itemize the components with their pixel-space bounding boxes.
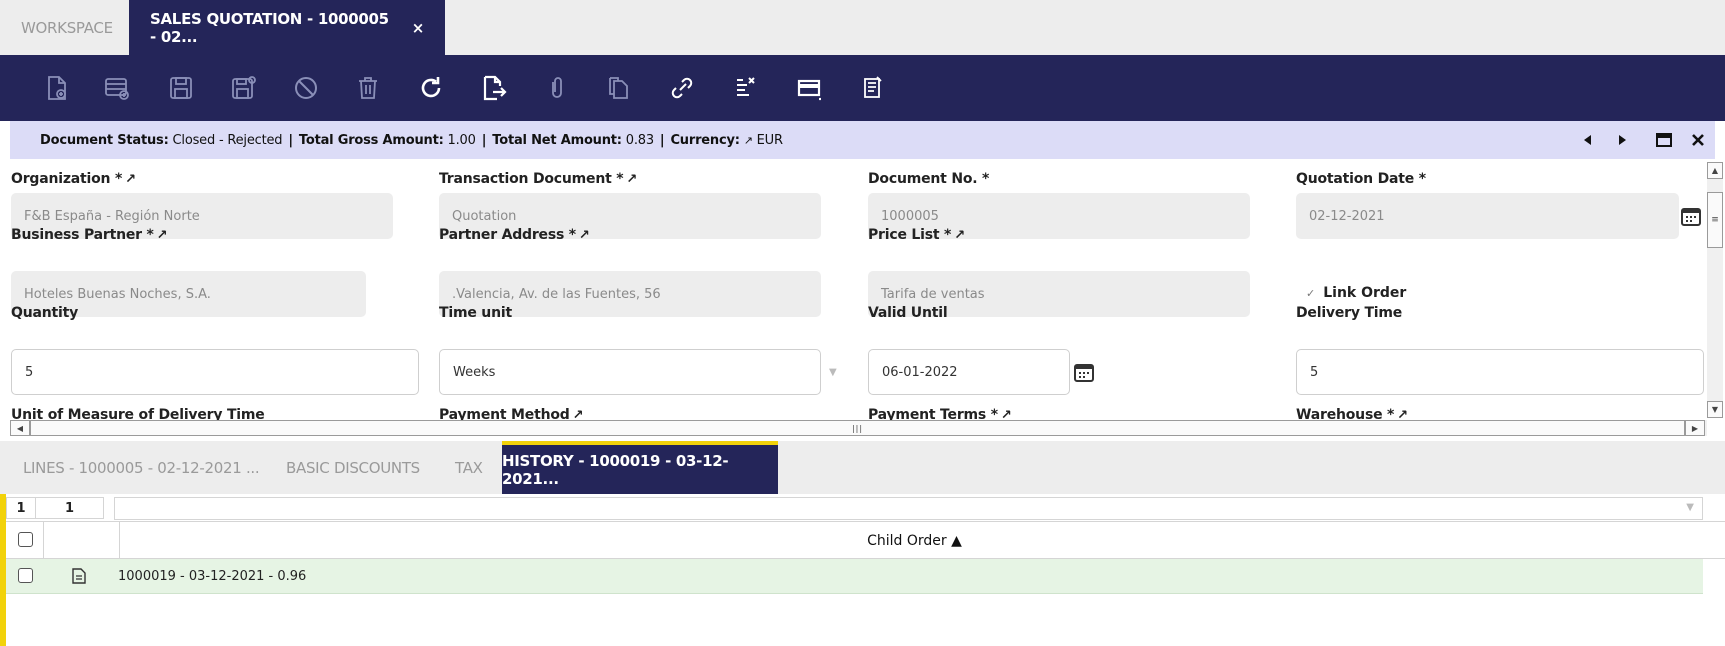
save-close-icon[interactable] — [226, 72, 260, 104]
organization-label: Organization * ↗ — [11, 171, 136, 187]
form-vertical-scrollbar[interactable]: ▲ ≡ ▼ — [1707, 162, 1723, 418]
currency-label: Currency: — [670, 132, 740, 148]
quotation-date-field[interactable]: 02-12-2021 — [1296, 193, 1679, 239]
checkmark-icon: ✓ — [1306, 286, 1316, 300]
scroll-up-icon[interactable]: ▲ — [1707, 162, 1723, 179]
clone-icon[interactable] — [602, 72, 636, 104]
link-icon[interactable] — [665, 72, 699, 104]
grid-header: Child Order ▲ — [6, 521, 1725, 559]
scrollbar-thumb[interactable]: ||| — [30, 420, 1685, 436]
delete-icon[interactable] — [351, 72, 385, 104]
net-amount-value: 0.83 — [625, 132, 654, 148]
record-counter: 1 1 — [6, 497, 104, 519]
currency-value: EUR — [756, 132, 783, 148]
gross-amount-label: Total Gross Amount: — [298, 132, 444, 148]
select-all-cell — [6, 522, 44, 559]
tab-tax[interactable]: TAX — [455, 441, 483, 494]
window-tab-bar: WORKSPACE SALES QUOTATION - 1000005 - 02… — [0, 0, 1725, 55]
tab-workspace-label: WORKSPACE — [21, 18, 113, 37]
form-horizontal-scrollbar[interactable]: ◀ ||| ▶ — [10, 420, 1707, 436]
tab-sales-quotation-label: SALES QUOTATION - 1000005 - 02... — [150, 9, 389, 46]
delivery-time-label: Delivery Time — [1296, 305, 1403, 321]
valid-until-input[interactable]: 06-01-2022 — [868, 349, 1070, 395]
tab-history[interactable]: HISTORY - 1000019 - 03-12-2021... — [502, 441, 778, 494]
status-separator: | — [481, 132, 487, 148]
attachment-icon[interactable] — [540, 72, 574, 104]
document-no-label: Document No. * — [868, 171, 990, 187]
table-row[interactable]: 1000019 - 03-12-2021 - 0.96 — [6, 559, 1703, 594]
maximize-icon[interactable] — [1647, 121, 1681, 159]
new-row-icon[interactable] — [100, 72, 134, 104]
tab-sales-quotation[interactable]: SALES QUOTATION - 1000005 - 02... × — [129, 0, 445, 55]
status-separator: | — [659, 132, 665, 148]
time-unit-label: Time unit — [439, 305, 512, 321]
subtab-bar: LINES - 1000005 - 02-12-2021 ... BASIC D… — [0, 441, 1725, 494]
cancel-icon[interactable] — [289, 72, 323, 104]
tab-basic-discounts[interactable]: BASIC DISCOUNTS — [286, 441, 420, 494]
business-partner-label: Business Partner * ↗ — [11, 227, 168, 243]
calendar-icon[interactable] — [1680, 205, 1702, 227]
export-icon[interactable] — [477, 72, 511, 104]
new-document-icon[interactable] — [40, 72, 74, 104]
scroll-left-icon[interactable]: ◀ — [10, 420, 30, 436]
tab-workspace[interactable]: WORKSPACE — [0, 0, 129, 55]
close-tab-icon[interactable]: × — [412, 19, 425, 37]
toolbar — [0, 55, 1725, 121]
previous-record-icon[interactable] — [1571, 121, 1605, 159]
close-record-icon[interactable] — [1681, 121, 1715, 159]
filter-dropdown-icon[interactable]: ▼ — [1686, 502, 1694, 513]
calendar-icon[interactable] — [1073, 361, 1095, 383]
link-icon[interactable]: ↗ — [626, 172, 637, 187]
select-all-checkbox[interactable] — [18, 532, 33, 547]
currency-link-icon[interactable]: ↗ — [744, 134, 753, 147]
row-icon-column — [44, 522, 120, 559]
time-unit-select[interactable]: Weeks — [439, 349, 821, 395]
scroll-down-icon[interactable]: ▼ — [1707, 401, 1723, 418]
partner-address-label: Partner Address * ↗ — [439, 227, 590, 243]
save-icon[interactable] — [164, 72, 198, 104]
notes-icon[interactable] — [855, 72, 889, 104]
delivery-time-input[interactable]: 5 — [1296, 349, 1704, 395]
child-order-column-header[interactable]: Child Order ▲ — [120, 522, 1709, 559]
link-icon[interactable]: ↗ — [125, 172, 136, 187]
scroll-right-icon[interactable]: ▶ — [1685, 420, 1705, 436]
status-separator: | — [288, 132, 293, 148]
link-icon[interactable]: ↗ — [579, 228, 590, 243]
document-status-bar: Document Status: Closed - Rejected | Tot… — [10, 121, 1715, 159]
child-order-cell[interactable]: 1000019 - 03-12-2021 - 0.96 — [118, 559, 306, 594]
report-icon[interactable] — [728, 72, 762, 104]
refresh-icon[interactable] — [414, 72, 448, 104]
document-icon[interactable] — [72, 568, 86, 588]
next-record-icon[interactable] — [1605, 121, 1639, 159]
link-order-checkbox[interactable]: ✓ Link Order — [1306, 285, 1406, 301]
quantity-label: Quantity — [11, 305, 78, 321]
transaction-document-label: Transaction Document * ↗ — [439, 171, 638, 187]
header-form: Organization * ↗ F&B España - Región Nort… — [0, 159, 1725, 422]
doc-status-label: Document Status: — [40, 132, 169, 148]
selected-count: 1 — [6, 497, 36, 519]
doc-status-value: Closed - Rejected — [172, 132, 283, 148]
link-icon[interactable]: ↗ — [954, 228, 965, 243]
row-checkbox[interactable] — [18, 568, 33, 583]
record-nav-controls — [1571, 121, 1715, 159]
total-count: 1 — [36, 497, 104, 519]
view-form-icon[interactable] — [792, 72, 826, 104]
net-amount-label: Total Net Amount: — [492, 132, 622, 148]
link-icon[interactable]: ↗ — [157, 228, 168, 243]
valid-until-label: Valid Until — [868, 305, 948, 321]
quotation-date-label: Quotation Date * — [1296, 171, 1426, 187]
grid-filter-input[interactable]: ▼ — [114, 497, 1703, 520]
dropdown-arrow-icon[interactable]: ▼ — [829, 367, 837, 378]
gross-amount-value: 1.00 — [447, 132, 476, 148]
tab-lines[interactable]: LINES - 1000005 - 02-12-2021 ... — [23, 441, 260, 494]
quantity-input[interactable]: 5 — [11, 349, 419, 395]
scrollbar-thumb[interactable]: ≡ — [1707, 192, 1723, 248]
price-list-label: Price List * ↗ — [868, 227, 965, 243]
link-order-label: Link Order — [1323, 285, 1407, 301]
